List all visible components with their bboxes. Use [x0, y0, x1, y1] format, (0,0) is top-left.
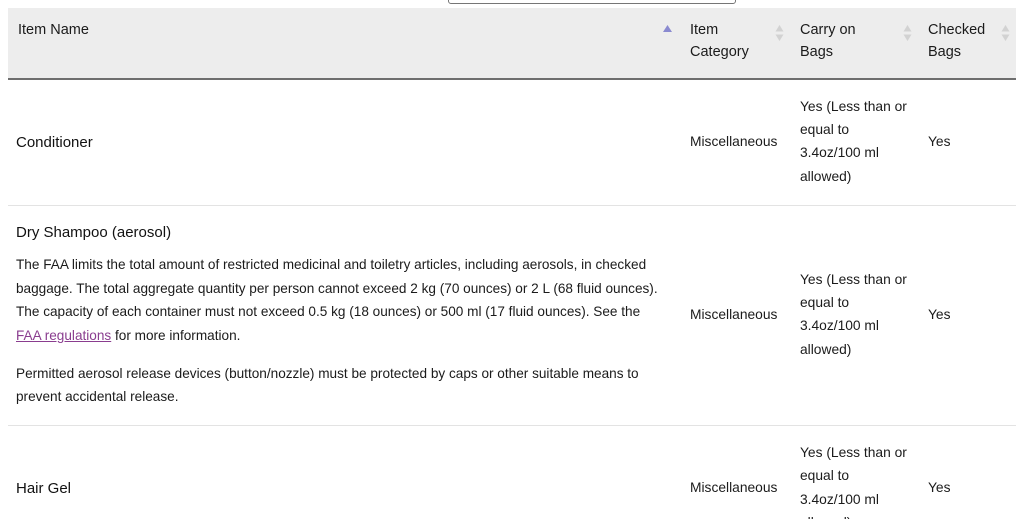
- column-header-item-category-label: Item Category: [690, 22, 749, 60]
- item-description: The FAA limits the total amount of restr…: [16, 253, 670, 408]
- cell-item-category: Miscellaneous: [680, 425, 790, 519]
- cell-carry-on-bags: Yes (Less than or equal to 3.4oz/100 ml …: [790, 425, 918, 519]
- cell-item-category-text: Miscellaneous: [690, 306, 778, 322]
- table-row[interactable]: Hair Gel Miscellaneous Yes (Less than or e…: [8, 425, 1016, 519]
- column-header-checked-bags-label: Checked Bags: [928, 22, 986, 60]
- table-header: Item Name Item Category Carry on Bags Ch…: [8, 8, 1016, 80]
- cell-item-name: Hair Gel: [8, 425, 680, 519]
- description-text: The FAA limits the total amount of restr…: [16, 257, 658, 320]
- cell-checked-bags: Yes: [918, 205, 1016, 426]
- cell-checked-bags-text: Yes: [928, 306, 951, 322]
- search-input[interactable]: [448, 0, 736, 4]
- page-root: Item Name Item Category Carry on Bags Ch…: [0, 0, 1024, 519]
- cell-item-category-text: Miscellaneous: [690, 479, 778, 495]
- item-name-text: Hair Gel: [16, 480, 72, 497]
- column-header-item-name-label: Item Name: [18, 22, 89, 38]
- column-header-item-name[interactable]: Item Name: [8, 8, 680, 80]
- item-name-text: Dry Shampoo (aerosol): [16, 224, 172, 242]
- cell-item-name: Conditioner: [8, 78, 680, 207]
- cell-item-category: Miscellaneous: [680, 205, 790, 426]
- item-name-text: Conditioner: [16, 133, 93, 151]
- cell-item-category: Miscellaneous: [680, 78, 790, 207]
- cell-carry-on-bags-text: Yes (Less than or equal to 3.4oz/100 ml …: [800, 271, 907, 357]
- cell-carry-on-bags-text: Yes (Less than or equal to 3.4oz/100 ml …: [800, 444, 907, 519]
- table-body: Conditioner Miscellaneous Yes (Less than o…: [8, 78, 1016, 519]
- cell-item-name: Dry Shampoo (aerosol) The FAA limits the …: [8, 205, 680, 426]
- cell-checked-bags: Yes: [918, 425, 1016, 519]
- description-text: for more information.: [111, 327, 241, 343]
- cell-item-category-text: Miscellaneous: [690, 133, 778, 149]
- faa-regulations-link[interactable]: FAA regulations: [16, 328, 111, 343]
- description-text: Permitted aerosol release devices (butto…: [16, 365, 639, 405]
- table-header-row: Item Name Item Category Carry on Bags Ch…: [8, 8, 1016, 80]
- cell-checked-bags: Yes: [918, 78, 1016, 207]
- prohibited-items-table: Item Name Item Category Carry on Bags Ch…: [8, 8, 1016, 519]
- column-header-carry-on-bags-label: Carry on Bags: [800, 22, 856, 60]
- table-row[interactable]: Dry Shampoo (aerosol) The FAA limits the …: [8, 205, 1016, 426]
- table-row[interactable]: Conditioner Miscellaneous Yes (Less than o…: [8, 78, 1016, 207]
- cell-checked-bags-text: Yes: [928, 479, 951, 495]
- column-header-item-category[interactable]: Item Category: [680, 8, 790, 80]
- search-box-container: [448, 0, 736, 4]
- item-description-paragraph: The FAA limits the total amount of restr…: [16, 253, 666, 347]
- column-header-checked-bags[interactable]: Checked Bags: [918, 8, 1016, 80]
- table-scroll-container: Item Name Item Category Carry on Bags Ch…: [8, 8, 1016, 519]
- column-header-carry-on-bags[interactable]: Carry on Bags: [790, 8, 918, 80]
- cell-checked-bags-text: Yes: [928, 133, 951, 149]
- item-description-paragraph: Permitted aerosol release devices (butto…: [16, 362, 666, 409]
- cell-carry-on-bags-text: Yes (Less than or equal to 3.4oz/100 ml …: [800, 98, 907, 184]
- cell-carry-on-bags: Yes (Less than or equal to 3.4oz/100 ml …: [790, 205, 918, 426]
- cell-carry-on-bags: Yes (Less than or equal to 3.4oz/100 ml …: [790, 78, 918, 207]
